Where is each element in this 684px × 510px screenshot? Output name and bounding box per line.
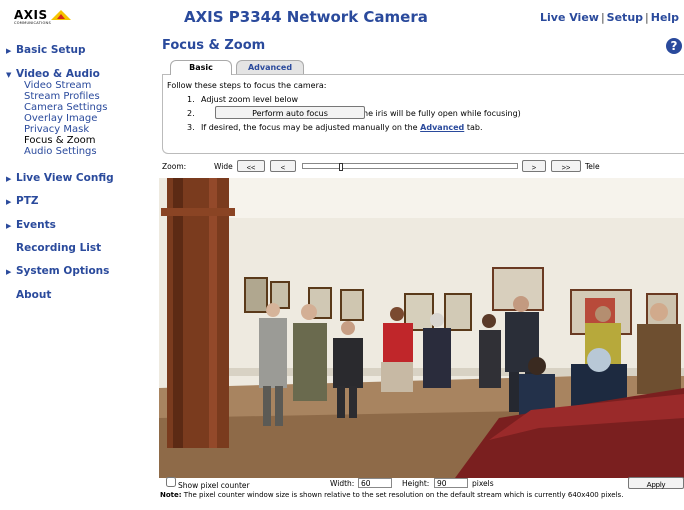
- sidebar-subitem-focus-zoom[interactable]: Focus & Zoom: [24, 135, 96, 146]
- sidebar-subitem-video-stream[interactable]: Video Stream: [24, 80, 91, 91]
- note-text: The pixel counter window size is shown r…: [183, 491, 624, 499]
- pixels-unit-label: pixels: [472, 479, 494, 488]
- help-icon[interactable]: ?: [666, 38, 682, 54]
- zoom-label: Zoom:: [162, 162, 187, 171]
- arrow-right-icon: ▶: [6, 175, 12, 183]
- arrow-right-icon: ▶: [6, 268, 12, 276]
- zoom-tele-label: Tele: [585, 162, 600, 171]
- logo-wordmark: AXIS: [14, 8, 48, 22]
- height-input[interactable]: [434, 478, 468, 488]
- pixel-counter-note: Note: The pixel counter window size is s…: [160, 491, 682, 499]
- tab-advanced[interactable]: Advanced: [236, 60, 304, 75]
- pixel-counter-row: Show pixel counter Width: Height: pixels…: [162, 477, 684, 491]
- page-header: AXIS COMMUNICATIONS AXIS P3344 Network C…: [0, 0, 684, 30]
- zoom-control-row: Zoom: Wide << < > >> Tele: [162, 160, 684, 174]
- width-input[interactable]: [358, 478, 392, 488]
- camera-scene: [159, 178, 684, 478]
- step-1: 1. Adjust zoom level below: [187, 95, 299, 104]
- sidebar-item-basic-setup[interactable]: ▶ Basic Setup: [6, 44, 86, 56]
- zoom-wide-step-button[interactable]: <: [270, 160, 296, 172]
- height-label: Height:: [402, 479, 430, 488]
- arrow-right-icon: ▶: [6, 198, 12, 206]
- arrow-down-icon: ▼: [6, 71, 12, 79]
- sidebar-item-events[interactable]: ▶ Events: [6, 219, 56, 231]
- sidebar-subitem-overlay-image[interactable]: Overlay Image: [24, 113, 97, 124]
- step-3: 3. If desired, the focus may be adjusted …: [187, 123, 483, 132]
- width-label: Width:: [330, 479, 355, 488]
- sidebar-item-recording-list[interactable]: Recording List: [16, 242, 101, 254]
- sidebar-item-ptz[interactable]: ▶ PTZ: [6, 195, 38, 207]
- page-title: Focus & Zoom: [162, 38, 266, 53]
- top-nav-links: Live View | Setup | Help: [540, 11, 679, 24]
- apply-button[interactable]: Apply: [628, 477, 684, 489]
- show-pixel-counter-checkbox[interactable]: [166, 477, 176, 487]
- logo-accent-icon: [57, 14, 65, 19]
- sidebar-item-video-audio[interactable]: ▼ Video & Audio: [6, 68, 100, 80]
- setup-link[interactable]: Setup: [607, 11, 643, 24]
- zoom-tele-fast-button[interactable]: >>: [551, 160, 581, 172]
- product-title: AXIS P3344 Network Camera: [184, 8, 428, 26]
- zoom-wide-fast-button[interactable]: <<: [237, 160, 265, 172]
- separator: |: [600, 11, 605, 24]
- sidebar-subitem-camera-settings[interactable]: Camera Settings: [24, 102, 107, 113]
- separator: |: [645, 11, 649, 24]
- zoom-slider-handle[interactable]: [339, 163, 343, 171]
- sidebar-item-about[interactable]: About: [16, 289, 51, 301]
- advanced-tab-link[interactable]: Advanced: [420, 123, 464, 132]
- note-label: Note:: [160, 491, 182, 499]
- arrow-right-icon: ▶: [6, 222, 12, 230]
- sidebar-subitem-stream-profiles[interactable]: Stream Profiles: [24, 91, 100, 102]
- axis-logo[interactable]: AXIS COMMUNICATIONS: [14, 8, 74, 26]
- sidebar-subitem-audio-settings[interactable]: Audio Settings: [24, 146, 97, 157]
- arrow-right-icon: ▶: [6, 47, 12, 55]
- perform-auto-focus-button[interactable]: Perform auto focus: [215, 106, 365, 119]
- camera-live-image[interactable]: [159, 178, 684, 478]
- tab-basic[interactable]: Basic: [170, 60, 232, 75]
- zoom-tele-step-button[interactable]: >: [522, 160, 546, 172]
- show-pixel-counter-label: Show pixel counter: [178, 481, 250, 490]
- zoom-wide-label: Wide: [214, 162, 233, 171]
- sidebar-item-live-view-config[interactable]: ▶ Live View Config: [6, 172, 114, 184]
- sidebar-item-system-options[interactable]: ▶ System Options: [6, 265, 109, 277]
- sidebar-subitem-privacy-mask[interactable]: Privacy Mask: [24, 124, 89, 135]
- zoom-slider[interactable]: [302, 163, 518, 171]
- live-view-link[interactable]: Live View: [540, 11, 599, 24]
- help-link[interactable]: Help: [651, 11, 679, 24]
- instructions-intro: Follow these steps to focus the camera:: [167, 81, 327, 90]
- logo-subtitle: COMMUNICATIONS: [14, 21, 51, 25]
